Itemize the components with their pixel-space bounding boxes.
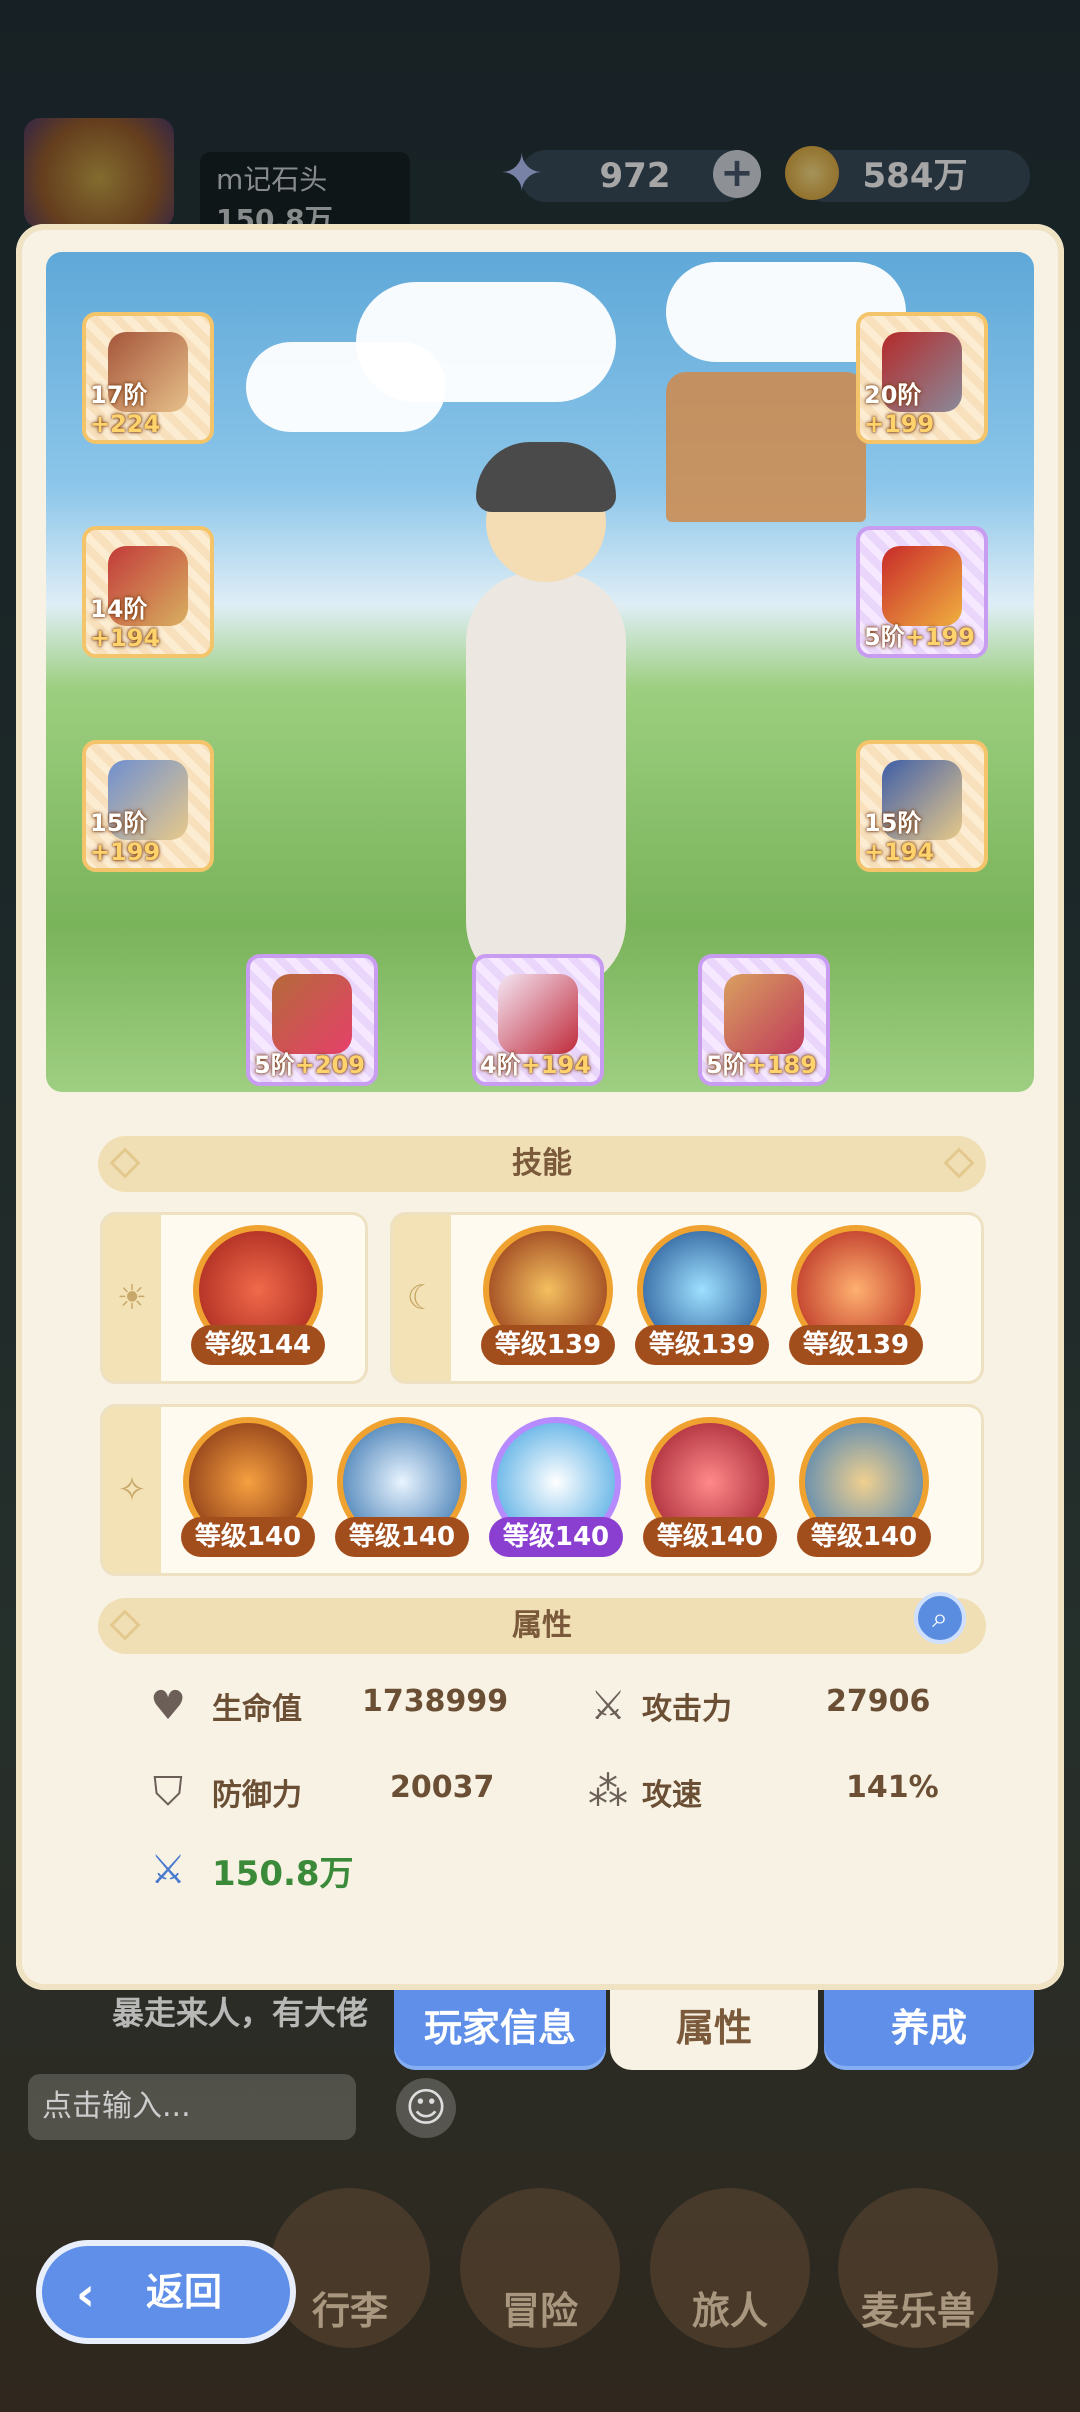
hp-value: 1738999: [362, 1684, 509, 1719]
crossed-swords-icon: ⚔: [590, 1683, 626, 1729]
skill-level: 等级140: [643, 1517, 777, 1557]
equip-level: 14阶+194: [90, 595, 161, 652]
equip-level: 15阶+194: [864, 809, 935, 866]
player-character: [426, 402, 666, 1002]
back-button[interactable]: ‹ 返回: [36, 2240, 296, 2344]
attack-label: 攻击力: [642, 1692, 732, 1727]
nav-label: 麦乐兽: [860, 2289, 975, 2333]
moon-icon: ☾: [393, 1215, 451, 1381]
gloves-icon: [882, 546, 962, 626]
combat-power: 150.8万: [212, 1854, 354, 1894]
attributes-header: 属性: [98, 1598, 986, 1654]
skill-level: 等级140: [489, 1517, 623, 1557]
diamond-ornament-icon: [109, 1147, 141, 1179]
equip-slot-necklace[interactable]: 4阶+194: [472, 954, 604, 1086]
search-icon[interactable]: ⌕: [914, 1592, 966, 1644]
diamond-ornament-icon: [109, 1609, 141, 1641]
character-body: [466, 572, 626, 992]
skill-slot[interactable]: 等级140: [643, 1417, 777, 1557]
equip-slot-charm[interactable]: 5阶+189: [698, 954, 830, 1086]
emoji-icon[interactable]: ☺: [396, 2078, 456, 2138]
star-skill-panel: ✧ 等级140 等级140 等级140 等级140 等级140: [100, 1404, 984, 1576]
attack-speed-value: 141%: [846, 1770, 939, 1805]
skill-level: 等级139: [789, 1325, 923, 1365]
skill-level: 等级139: [481, 1325, 615, 1365]
cloud: [246, 342, 446, 432]
tab-player-info[interactable]: 玩家信息: [394, 1990, 606, 2070]
attack-speed-label: 攻速: [642, 1778, 702, 1813]
skill-level: 等级140: [335, 1517, 469, 1557]
sun-icon: ☀: [103, 1215, 161, 1381]
skill-slot[interactable]: 等级140: [489, 1417, 623, 1557]
moon-skill-panel: ☾ 等级139 等级139 等级139: [390, 1212, 984, 1384]
equip-slot-gloves[interactable]: 5阶+199: [856, 526, 988, 658]
back-arrow-icon: ‹: [76, 2267, 95, 2321]
nav-label: 冒险: [501, 2289, 578, 2333]
attack-speed-icon: ⁂: [588, 1769, 628, 1815]
equip-slot-legs[interactable]: 15阶+199: [82, 740, 214, 872]
skill-level: 等级139: [635, 1325, 769, 1365]
equip-slot-chest[interactable]: 14阶+194: [82, 526, 214, 658]
equip-slot-boots[interactable]: 15阶+194: [856, 740, 988, 872]
chat-input[interactable]: 点击输入...: [28, 2074, 356, 2140]
sun-skill-panel: ☀ 等级144: [100, 1212, 368, 1384]
equip-level: 5阶+199: [864, 623, 975, 651]
attributes-title: 属性: [512, 1608, 572, 1643]
equip-slot-bow[interactable]: 17阶+224: [82, 312, 214, 444]
skill-slot[interactable]: 等级140: [181, 1417, 315, 1557]
defense-label: 防御力: [212, 1778, 302, 1813]
equip-slot-ring[interactable]: 5阶+209: [246, 954, 378, 1086]
skill-slot[interactable]: 等级144: [191, 1225, 325, 1365]
nav-adventure[interactable]: 冒险: [460, 2188, 620, 2368]
defense-value: 20037: [390, 1770, 495, 1805]
skill-slot[interactable]: 等级139: [481, 1225, 615, 1365]
equip-slot-helmet[interactable]: 20阶+199: [856, 312, 988, 444]
skill-level: 等级140: [797, 1517, 931, 1557]
attack-value: 27906: [826, 1684, 931, 1719]
shield-icon: ⛉: [153, 1769, 183, 1815]
tab-cultivate[interactable]: 养成: [824, 1990, 1034, 2070]
equip-level: 4阶+194: [480, 1051, 591, 1079]
power-shield-icon: ⚔: [150, 1847, 186, 1893]
ring-icon: [272, 974, 352, 1054]
hp-label: 生命值: [212, 1692, 302, 1727]
skill-slot[interactable]: 等级140: [797, 1417, 931, 1557]
skills-header: 技能: [98, 1136, 986, 1192]
nav-travelers[interactable]: 旅人: [650, 2188, 810, 2368]
equip-level: 20阶+199: [864, 381, 935, 438]
character-panel: 17阶+224 20阶+199 14阶+194 5阶+199 15阶+199 1…: [16, 224, 1064, 1990]
tab-attributes[interactable]: 属性: [610, 1990, 818, 2070]
character-hat: [476, 442, 616, 512]
wagon-decoration: [666, 372, 866, 522]
chat-message: 暴走来人，有大佬: [112, 1994, 369, 2032]
equip-level: 17阶+224: [90, 381, 161, 438]
back-label: 返回: [146, 2270, 223, 2314]
equip-level: 5阶+189: [706, 1051, 817, 1079]
nav-label: 旅人: [691, 2289, 768, 2333]
skill-slot[interactable]: 等级139: [789, 1225, 923, 1365]
diamond-ornament-icon: [943, 1147, 975, 1179]
equip-level: 5阶+209: [254, 1051, 365, 1079]
sparkle-icon: ✧: [103, 1407, 161, 1573]
skill-slot[interactable]: 等级140: [335, 1417, 469, 1557]
heart-icon: ♥: [150, 1683, 186, 1729]
nav-pets[interactable]: 麦乐兽: [838, 2188, 998, 2368]
skill-slot[interactable]: 等级139: [635, 1225, 769, 1365]
charm-icon: [724, 974, 804, 1054]
equip-level: 15阶+199: [90, 809, 161, 866]
skills-title: 技能: [512, 1146, 572, 1181]
skill-level: 等级144: [191, 1325, 325, 1365]
necklace-icon: [498, 974, 578, 1054]
skill-level: 等级140: [181, 1517, 315, 1557]
